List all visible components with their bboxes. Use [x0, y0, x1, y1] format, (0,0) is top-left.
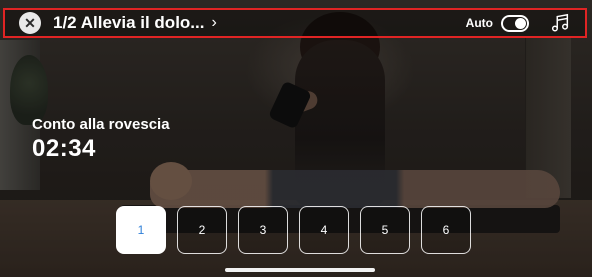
toggle-knob — [515, 17, 526, 29]
step-button-3[interactable]: 3 — [238, 206, 288, 254]
close-button[interactable]: ✕ — [19, 12, 41, 34]
step-button-5[interactable]: 5 — [360, 206, 410, 254]
auto-label: Auto — [465, 16, 493, 30]
countdown-label: Conto alla rovescia — [32, 116, 170, 133]
step-button-1[interactable]: 1 — [116, 206, 166, 254]
step-selector: 1 2 3 4 5 6 — [116, 206, 471, 254]
close-icon: ✕ — [24, 15, 36, 31]
home-indicator[interactable] — [225, 268, 375, 272]
step-button-6[interactable]: 6 — [421, 206, 471, 254]
step-button-2[interactable]: 2 — [177, 206, 227, 254]
countdown-time: 02:34 — [32, 135, 96, 162]
auto-toggle[interactable] — [501, 14, 529, 32]
chevron-right-icon[interactable]: › — [211, 14, 216, 32]
video-screen: ✕ 1/2 Allevia il dolo... › Auto Conto al… — [0, 0, 592, 277]
top-bar: ✕ 1/2 Allevia il dolo... › Auto — [3, 8, 587, 38]
exercise-title[interactable]: 1/2 Allevia il dolo... — [53, 13, 204, 33]
countdown: Conto alla rovescia 02:34 — [32, 116, 170, 163]
music-note-icon[interactable] — [549, 12, 571, 34]
step-button-4[interactable]: 4 — [299, 206, 349, 254]
